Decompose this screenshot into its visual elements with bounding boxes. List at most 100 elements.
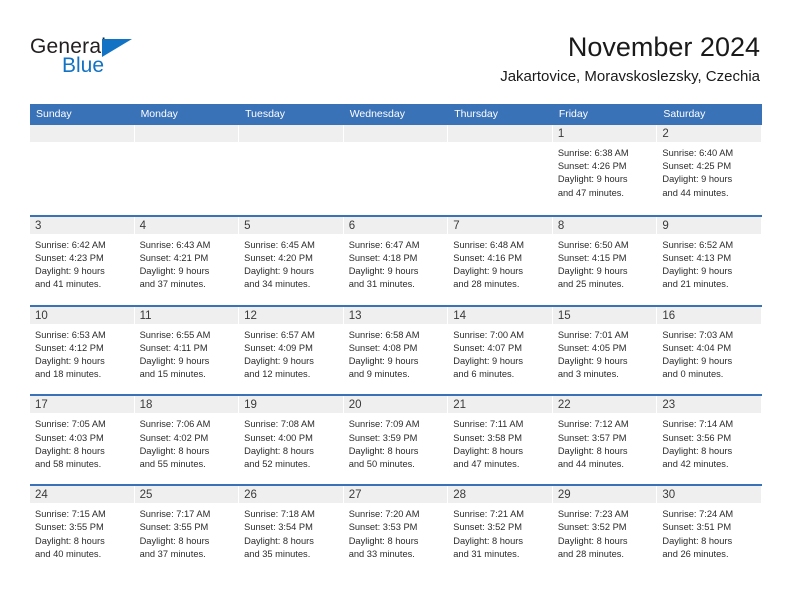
day-cell-empty <box>343 125 449 213</box>
daylight-text: and 50 minutes. <box>348 459 415 469</box>
sunrise-text: Sunrise: 7:24 AM <box>662 509 734 520</box>
calendar-page: General Blue November 2024 Jakartovice, … <box>0 0 792 612</box>
daylight-text: and 47 minutes. <box>453 459 520 469</box>
general-blue-logo[interactable]: General Blue <box>30 36 190 86</box>
day-cell-4[interactable]: 4 Sunrise: 6:43 AM Sunset: 4:21 PM Daylight… <box>134 216 240 305</box>
sunset-text: Sunset: 4:08 PM <box>348 342 418 353</box>
sunset-text: Sunset: 4:20 PM <box>244 253 313 263</box>
day-cell-8[interactable]: 8 Sunrise: 6:50 AM Sunset: 4:15 PM Daylight… <box>552 216 658 305</box>
daylight-text: Daylight: 9 hours <box>453 266 524 277</box>
day-number: 18 <box>139 399 153 412</box>
day-cell-20[interactable]: 20 Sunrise: 7:09 AM Sunset: 3:59 PM Dayligh… <box>343 396 449 485</box>
day-cell-30[interactable]: 30 Sunrise: 7:24 AM Sunset: 3:51 PM Dayligh… <box>657 486 762 574</box>
day-number-band: 11 <box>134 306 239 325</box>
sunrise-text: Sunrise: 6:43 AM <box>139 239 211 250</box>
sunrise-text: Sunrise: 7:09 AM <box>348 419 420 430</box>
day-cell-14[interactable]: 14 Sunrise: 7:00 AM Sunset: 4:07 PM Dayligh… <box>448 306 553 395</box>
day-sun-info: Sunrise: 7:23 AM Sunset: 3:52 PM Daylight:… <box>553 504 657 561</box>
day-cell-19[interactable]: 19 Sunrise: 7:08 AM Sunset: 4:00 PM Dayligh… <box>239 396 344 485</box>
day-sun-info: Sunrise: 6:52 AM Sunset: 4:13 PM Daylight:… <box>657 235 761 292</box>
daylight-text: Daylight: 8 hours <box>662 535 733 546</box>
daylight-text: Daylight: 8 hours <box>557 445 628 456</box>
sunrise-text: Sunrise: 7:00 AM <box>453 329 525 340</box>
day-cell-6[interactable]: 6 Sunrise: 6:47 AM Sunset: 4:18 PM Daylight… <box>343 216 449 305</box>
sunset-text: Sunset: 4:00 PM <box>244 432 313 443</box>
daylight-text: Daylight: 8 hours <box>244 445 314 456</box>
day-cell-25[interactable]: 25 Sunrise: 7:17 AM Sunset: 3:55 PM Dayligh… <box>134 486 240 574</box>
day-cell-2[interactable]: 2 Sunrise: 6:40 AM Sunset: 4:25 PM Daylight… <box>657 125 762 213</box>
day-cell-23[interactable]: 23 Sunrise: 7:14 AM Sunset: 3:56 PM Dayligh… <box>657 396 762 485</box>
sunrise-text: Sunrise: 6:42 AM <box>35 239 106 250</box>
day-number-band <box>134 125 239 143</box>
day-sun-info <box>30 143 134 147</box>
daylight-text: and 12 minutes. <box>244 369 311 380</box>
day-cell-27[interactable]: 27 Sunrise: 7:20 AM Sunset: 3:53 PM Dayligh… <box>343 486 449 574</box>
day-number-band: 23 <box>657 396 761 415</box>
sunset-text: Sunset: 4:23 PM <box>35 253 104 263</box>
day-cell-11[interactable]: 11 Sunrise: 6:55 AM Sunset: 4:11 PM Dayligh… <box>134 306 240 395</box>
day-cell-15[interactable]: 15 Sunrise: 7:01 AM Sunset: 4:05 PM Dayligh… <box>552 306 658 395</box>
daylight-text: and 41 minutes. <box>35 279 102 290</box>
day-cell-9[interactable]: 9 Sunrise: 6:52 AM Sunset: 4:13 PM Daylight… <box>657 216 762 305</box>
sunrise-text: Sunrise: 7:06 AM <box>139 419 211 430</box>
triangle-icon <box>102 39 132 57</box>
sunrise-text: Sunrise: 7:23 AM <box>557 509 629 520</box>
day-number-band: 13 <box>343 306 448 325</box>
day-cell-1[interactable]: 1 Sunrise: 6:38 AM Sunset: 4:26 PM Daylight… <box>552 125 658 213</box>
day-cell-12[interactable]: 12 Sunrise: 6:57 AM Sunset: 4:09 PM Dayligh… <box>239 306 344 395</box>
day-cell-3[interactable]: 3 Sunrise: 6:42 AM Sunset: 4:23 PM Daylight… <box>30 216 135 305</box>
day-cell-10[interactable]: 10 Sunrise: 6:53 AM Sunset: 4:12 PM Dayligh… <box>30 306 135 395</box>
day-cell-22[interactable]: 22 Sunrise: 7:12 AM Sunset: 3:57 PM Dayligh… <box>552 396 658 485</box>
sunset-text: Sunset: 3:55 PM <box>139 522 209 533</box>
day-sun-info <box>135 143 239 147</box>
week-row: 10 Sunrise: 6:53 AM Sunset: 4:12 PM Dayligh… <box>30 304 762 395</box>
day-sun-info <box>344 143 448 147</box>
day-cell-21[interactable]: 21 Sunrise: 7:11 AM Sunset: 3:58 PM Dayligh… <box>448 396 553 485</box>
day-number-band: 7 <box>448 216 552 235</box>
sunrise-text: Sunrise: 7:21 AM <box>453 509 525 520</box>
day-cell-17[interactable]: 17 Sunrise: 7:05 AM Sunset: 4:03 PM Dayligh… <box>30 396 135 485</box>
day-cell-24[interactable]: 24 Sunrise: 7:15 AM Sunset: 3:55 PM Dayligh… <box>30 486 135 574</box>
day-number: 22 <box>557 399 571 412</box>
day-sun-info: Sunrise: 7:06 AM Sunset: 4:02 PM Daylight:… <box>135 414 239 471</box>
day-number: 25 <box>139 489 153 502</box>
daylight-text: and 9 minutes. <box>348 369 410 380</box>
day-number-band: 27 <box>343 486 448 505</box>
day-cell-29[interactable]: 29 Sunrise: 7:23 AM Sunset: 3:52 PM Dayligh… <box>552 486 658 574</box>
day-cell-28[interactable]: 28 Sunrise: 7:21 AM Sunset: 3:52 PM Dayligh… <box>448 486 553 574</box>
daylight-text: Daylight: 9 hours <box>348 266 419 277</box>
daylight-text: and 21 minutes. <box>662 279 729 290</box>
sunset-text: Sunset: 3:54 PM <box>244 522 313 533</box>
day-sun-info: Sunrise: 6:53 AM Sunset: 4:12 PM Daylight:… <box>30 325 134 382</box>
daylight-text: Daylight: 9 hours <box>244 356 314 366</box>
sunset-text: Sunset: 3:58 PM <box>453 432 522 443</box>
day-number: 20 <box>348 399 362 412</box>
day-cell-26[interactable]: 26 Sunrise: 7:18 AM Sunset: 3:54 PM Dayligh… <box>239 486 344 574</box>
daylight-text: and 52 minutes. <box>244 459 311 469</box>
page-subtitle: Jakartovice, Moravskoslezsky, Czechia <box>500 68 760 85</box>
day-cell-5[interactable]: 5 Sunrise: 6:45 AM Sunset: 4:20 PM Daylight… <box>239 216 344 305</box>
day-cell-7[interactable]: 7 Sunrise: 6:48 AM Sunset: 4:16 PM Daylight… <box>448 216 553 305</box>
day-cell-16[interactable]: 16 Sunrise: 7:03 AM Sunset: 4:04 PM Dayligh… <box>657 306 762 395</box>
sunrise-text: Sunrise: 7:05 AM <box>35 419 106 430</box>
daylight-text: and 44 minutes. <box>557 459 624 469</box>
day-cell-13[interactable]: 13 Sunrise: 6:58 AM Sunset: 4:08 PM Dayligh… <box>343 306 449 395</box>
day-number-band <box>343 125 448 143</box>
calendar-grid: Sunday Monday Tuesday Wednesday Thursday Frid… <box>30 104 762 574</box>
weekday-header-row: Sunday Monday Tuesday Wednesday Thursday Frid… <box>30 104 762 125</box>
day-cell-18[interactable]: 18 Sunrise: 7:06 AM Sunset: 4:02 PM Dayligh… <box>134 396 240 485</box>
daylight-text: Daylight: 9 hours <box>557 174 628 185</box>
sunset-text: Sunset: 4:11 PM <box>139 342 208 353</box>
sunrise-text: Sunrise: 7:08 AM <box>244 419 315 430</box>
day-sun-info: Sunrise: 6:48 AM Sunset: 4:16 PM Daylight:… <box>448 235 552 292</box>
daylight-text: and 33 minutes. <box>348 548 415 559</box>
sunrise-text: Sunrise: 6:45 AM <box>244 239 315 250</box>
day-number: 21 <box>453 399 467 412</box>
calendar-weeks: 1 Sunrise: 6:38 AM Sunset: 4:26 PM Daylight… <box>30 125 762 574</box>
day-sun-info: Sunrise: 7:15 AM Sunset: 3:55 PM Daylight:… <box>30 504 134 561</box>
day-number-band: 8 <box>552 216 657 235</box>
sunset-text: Sunset: 3:57 PM <box>557 432 627 443</box>
daylight-text: and 58 minutes. <box>35 459 102 469</box>
daylight-text: Daylight: 8 hours <box>453 445 524 456</box>
sunset-text: Sunset: 3:52 PM <box>557 522 627 533</box>
